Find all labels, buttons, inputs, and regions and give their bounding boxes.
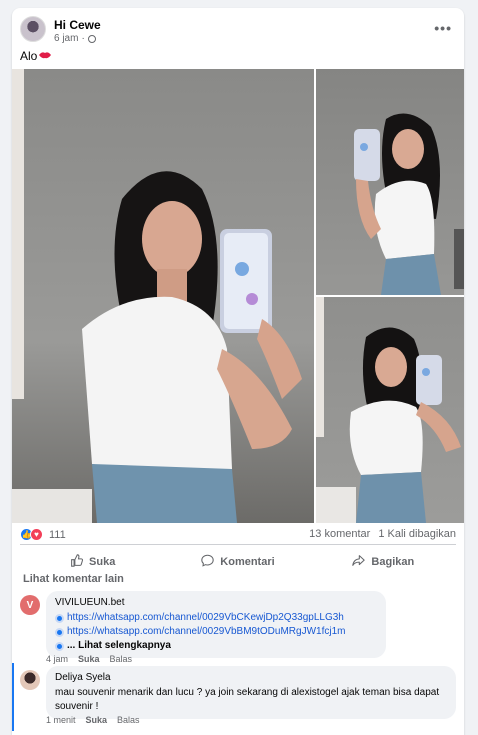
comment-bubble: Deliya Syela mau souvenir menarik dan lu… — [46, 666, 456, 719]
separator: · — [81, 33, 85, 44]
reaction-count: 111 — [49, 528, 66, 541]
like-label: Suka — [89, 555, 116, 568]
photo-main[interactable] — [12, 69, 314, 523]
commenter-avatar[interactable]: V — [20, 595, 40, 615]
comment-like-button[interactable]: Suka — [86, 715, 108, 725]
thread-indicator — [12, 663, 14, 731]
engagement-counts: 13 komentar 1 Kali dibagikan — [309, 528, 456, 540]
see-more-link[interactable]: ... Lihat selengkapnya — [67, 639, 171, 653]
globe-icon — [87, 34, 96, 43]
blue-circle-icon — [55, 641, 64, 651]
comment-meta: 1 menit Suka Balas — [46, 715, 140, 725]
share-label: Bagikan — [371, 555, 415, 568]
view-more-comments-link[interactable]: Lihat komentar lain — [23, 573, 124, 585]
author-avatar[interactable] — [20, 16, 46, 42]
blue-circle-icon — [55, 627, 64, 637]
post-card: Hi Cewe 6 jam · ••• Alo 👍 ♥ 111 13 komen… — [12, 8, 464, 735]
comment-reply-button[interactable]: Balas — [117, 715, 140, 725]
comment-like-button[interactable]: Suka — [78, 654, 100, 664]
comment-link-text[interactable]: https://whatsapp.com/channel/0029VbBM9tO… — [67, 625, 345, 639]
blue-circle-icon — [55, 613, 64, 623]
comment-count[interactable]: 13 komentar — [309, 528, 370, 540]
post-meta: 6 jam · — [54, 33, 96, 44]
comment-time[interactable]: 4 jam — [46, 654, 68, 664]
comment-bubble-icon — [201, 554, 214, 570]
comment-button[interactable]: Komentari — [165, 545, 310, 578]
post-header: Hi Cewe 6 jam · ••• — [20, 16, 456, 46]
love-reaction-icon: ♥ — [30, 528, 43, 541]
commenter-name[interactable]: Deliya Syela — [55, 671, 447, 685]
more-options-button[interactable]: ••• — [434, 20, 452, 36]
share-button[interactable]: Bagikan — [311, 545, 456, 578]
comment-label: Komentari — [220, 555, 275, 568]
comment-meta: 4 jam Suka Balas — [46, 654, 132, 664]
comment-time[interactable]: 1 menit — [46, 715, 76, 725]
post-time[interactable]: 6 jam — [54, 33, 78, 44]
comment-text: mau souvenir menarik dan lucu ? ya join … — [55, 687, 440, 712]
post-text-value: Alo — [20, 49, 38, 63]
thumbs-up-icon — [70, 553, 84, 570]
photo-bottom-right[interactable] — [316, 297, 464, 523]
comment-link[interactable]: https://whatsapp.com/channel/0029VbCKewj… — [55, 611, 377, 625]
post-text: Alo — [20, 49, 52, 63]
comment-reply-button[interactable]: Balas — [110, 654, 133, 664]
share-arrow-icon — [352, 554, 366, 570]
commenter-name[interactable]: VIVILUEUN.bet — [55, 596, 377, 610]
comment-link[interactable]: https://whatsapp.com/channel/0029VbBM9tO… — [55, 625, 377, 639]
see-more-row: ... Lihat selengkapnya — [55, 639, 377, 653]
post-stats: 👍 ♥ 111 13 komentar 1 Kali dibagikan — [20, 526, 456, 544]
kiss-emoji-icon — [39, 51, 52, 62]
comment-link-text[interactable]: https://whatsapp.com/channel/0029VbCKewj… — [67, 611, 344, 625]
author-name[interactable]: Hi Cewe — [54, 18, 101, 32]
share-count[interactable]: 1 Kali dibagikan — [378, 528, 456, 540]
photo-top-right[interactable] — [316, 69, 464, 295]
reactions-summary[interactable]: 👍 ♥ 111 — [20, 528, 66, 541]
photo-grid — [12, 69, 464, 523]
comment-bubble: VIVILUEUN.bet https://whatsapp.com/chann… — [46, 591, 386, 658]
commenter-avatar[interactable] — [20, 670, 40, 690]
